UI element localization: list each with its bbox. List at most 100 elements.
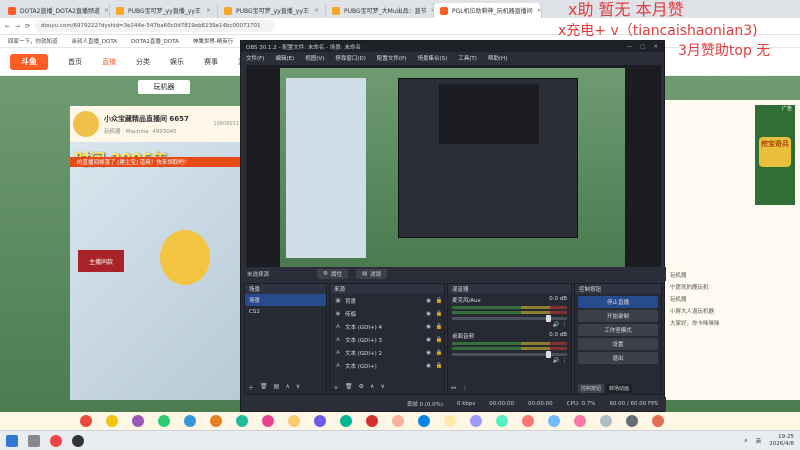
speaker-icon[interactable]: 🔊 [553,322,562,328]
control-button[interactable]: 开始录制 [578,310,658,322]
menu-icon[interactable]: ⋮ [562,322,568,328]
gift-icon[interactable] [626,415,638,427]
back-icon[interactable]: ← [5,23,10,30]
gift-icon[interactable] [392,415,404,427]
forward-icon[interactable]: → [15,23,20,30]
gift-icon[interactable] [314,415,326,427]
close-icon[interactable]: × [206,7,211,14]
gift-icon[interactable] [366,415,378,427]
source-item[interactable]: A 文本 (GDI+) 4 ◉ 🔒 [330,320,444,333]
close-icon[interactable]: × [314,7,319,14]
gear-icon[interactable]: ⚙ [359,383,364,392]
up-icon[interactable]: ∧ [370,383,374,392]
lock-icon[interactable]: 🔒 [434,337,444,343]
source-item[interactable]: A 文本 (GDI+) 3 ◉ 🔒 [330,333,444,346]
gift-icon[interactable] [288,415,300,427]
search-tag[interactable]: 玩机器 [138,80,190,94]
obs-menu-item[interactable]: 工具(T) [458,54,477,62]
gift-icon[interactable] [262,415,274,427]
window-control-button[interactable]: — [627,44,633,50]
site-nav-item[interactable]: 娱乐 [170,57,184,67]
bookmark-item[interactable]: DOTA2直播_DOTA [131,37,179,45]
obs-menu-item[interactable]: 帮助(H) [488,54,507,62]
chevron-up-icon[interactable]: ∧ [744,438,748,444]
obs-icon[interactable] [72,434,84,447]
clock[interactable]: 19:25 2026/4/8 [769,434,794,448]
add-icon[interactable]: ＋ [248,383,254,392]
speaker-icon[interactable]: 🔊 [553,358,562,364]
window-control-button[interactable]: ✕ [653,44,658,50]
browser-tab[interactable]: PUBG宝可梦_yy直播_yy王 × [110,3,218,18]
lock-icon[interactable]: 🔒 [434,350,444,356]
bookmark-item[interactable]: 余叔人直播_DOTA [72,37,118,45]
site-nav-item[interactable]: 分类 [136,57,150,67]
bookmark-item[interactable]: 神鹰世界-精英行 [193,37,234,45]
volume-slider[interactable] [452,315,567,322]
obs-preview[interactable] [246,65,661,273]
eye-icon[interactable]: ◉ [426,324,431,330]
down-icon[interactable]: ∨ [296,383,300,392]
remove-icon[interactable]: 🗑 [345,383,353,392]
eye-icon[interactable]: ◉ [426,350,431,356]
slider-handle[interactable] [546,351,552,358]
close-icon[interactable]: × [104,7,109,14]
lock-icon[interactable]: 🔒 [434,311,444,317]
gift-icon[interactable] [574,415,586,427]
douyu-logo[interactable]: 斗鱼 [10,53,48,70]
gift-icon[interactable] [470,415,482,427]
gift-icon[interactable] [132,415,144,427]
folder-icon[interactable] [28,434,40,447]
gift-icon[interactable] [522,415,534,427]
source-item[interactable]: A 文本 (GDI+) ◉ 🔒 [330,359,444,372]
control-button[interactable]: 停止直播 [578,296,658,308]
dock-tab[interactable]: 控制按钮 [578,384,605,393]
eye-icon[interactable]: ◉ [426,337,431,343]
gift-icon[interactable] [210,415,222,427]
url-input[interactable]: douyu.com/6979222?dyshid=3e244e-547ba60c… [35,20,276,32]
window-control-button[interactable]: □ [640,44,645,50]
gift-icon[interactable] [600,415,612,427]
gift-icon[interactable] [652,415,664,427]
start-icon[interactable] [6,434,18,447]
obs-menu-item[interactable]: 视图(V) [305,54,324,62]
browser-tab[interactable]: PUBG宝可梦_yy直播_yy王 × [218,3,326,18]
filters-button[interactable]: ▤ 滤镜 [355,269,388,279]
language-indicator[interactable]: 英 [756,437,762,445]
add-icon[interactable]: ＋ [333,383,339,392]
browser-tab[interactable]: PUBG宝可梦_大Mu出品：直节× [326,3,434,18]
eye-icon[interactable]: ◉ [426,298,431,304]
eye-icon[interactable]: ◉ [426,311,431,317]
browser-tab[interactable]: PGL机位助剩神_玩机器直播间 × [434,3,542,18]
menu-icon[interactable]: ⋮ [562,358,568,364]
gift-icon[interactable] [340,415,352,427]
menu-icon[interactable]: ⋮ [462,385,468,392]
properties-button[interactable]: ⚙ 属性 [317,269,348,279]
bookmark-item[interactable]: 回家一下，你就知道 [8,37,58,45]
control-button[interactable]: 设置 [578,338,658,350]
control-button[interactable]: 工作室模式 [578,324,658,336]
filter-icon[interactable]: ▤ [274,383,280,392]
gift-icon[interactable] [496,415,508,427]
drop-notice[interactable]: 的直播间掉落了 [建主宝] 道具！快来领取吧！ [70,157,245,167]
eye-icon[interactable]: ◉ [426,363,431,369]
close-icon[interactable]: × [537,7,541,14]
site-nav-item[interactable]: 赛事 [204,57,218,67]
control-button[interactable]: 退出 [578,352,658,364]
remove-icon[interactable]: 🗑 [260,383,268,392]
down-icon[interactable]: ∨ [380,383,384,392]
gift-icon[interactable] [158,415,170,427]
site-nav-item[interactable]: 直播 [102,57,116,67]
obs-menu-item[interactable]: 配置文件(P) [377,54,407,62]
source-item[interactable]: ◉ 传临 ◉ 🔒 [330,307,444,320]
gift-icon[interactable] [418,415,430,427]
site-nav-item[interactable]: 首页 [68,57,82,67]
gift-icon[interactable] [548,415,560,427]
gift-icon[interactable] [444,415,456,427]
gift-icon[interactable] [236,415,248,427]
gift-icon[interactable] [80,415,92,427]
link-icon[interactable]: ⚯ [451,385,456,392]
gift-icon[interactable] [184,415,196,427]
up-icon[interactable]: ∧ [285,383,289,392]
lock-icon[interactable]: 🔒 [434,298,444,304]
obs-menu-item[interactable]: 编辑(E) [275,54,294,62]
